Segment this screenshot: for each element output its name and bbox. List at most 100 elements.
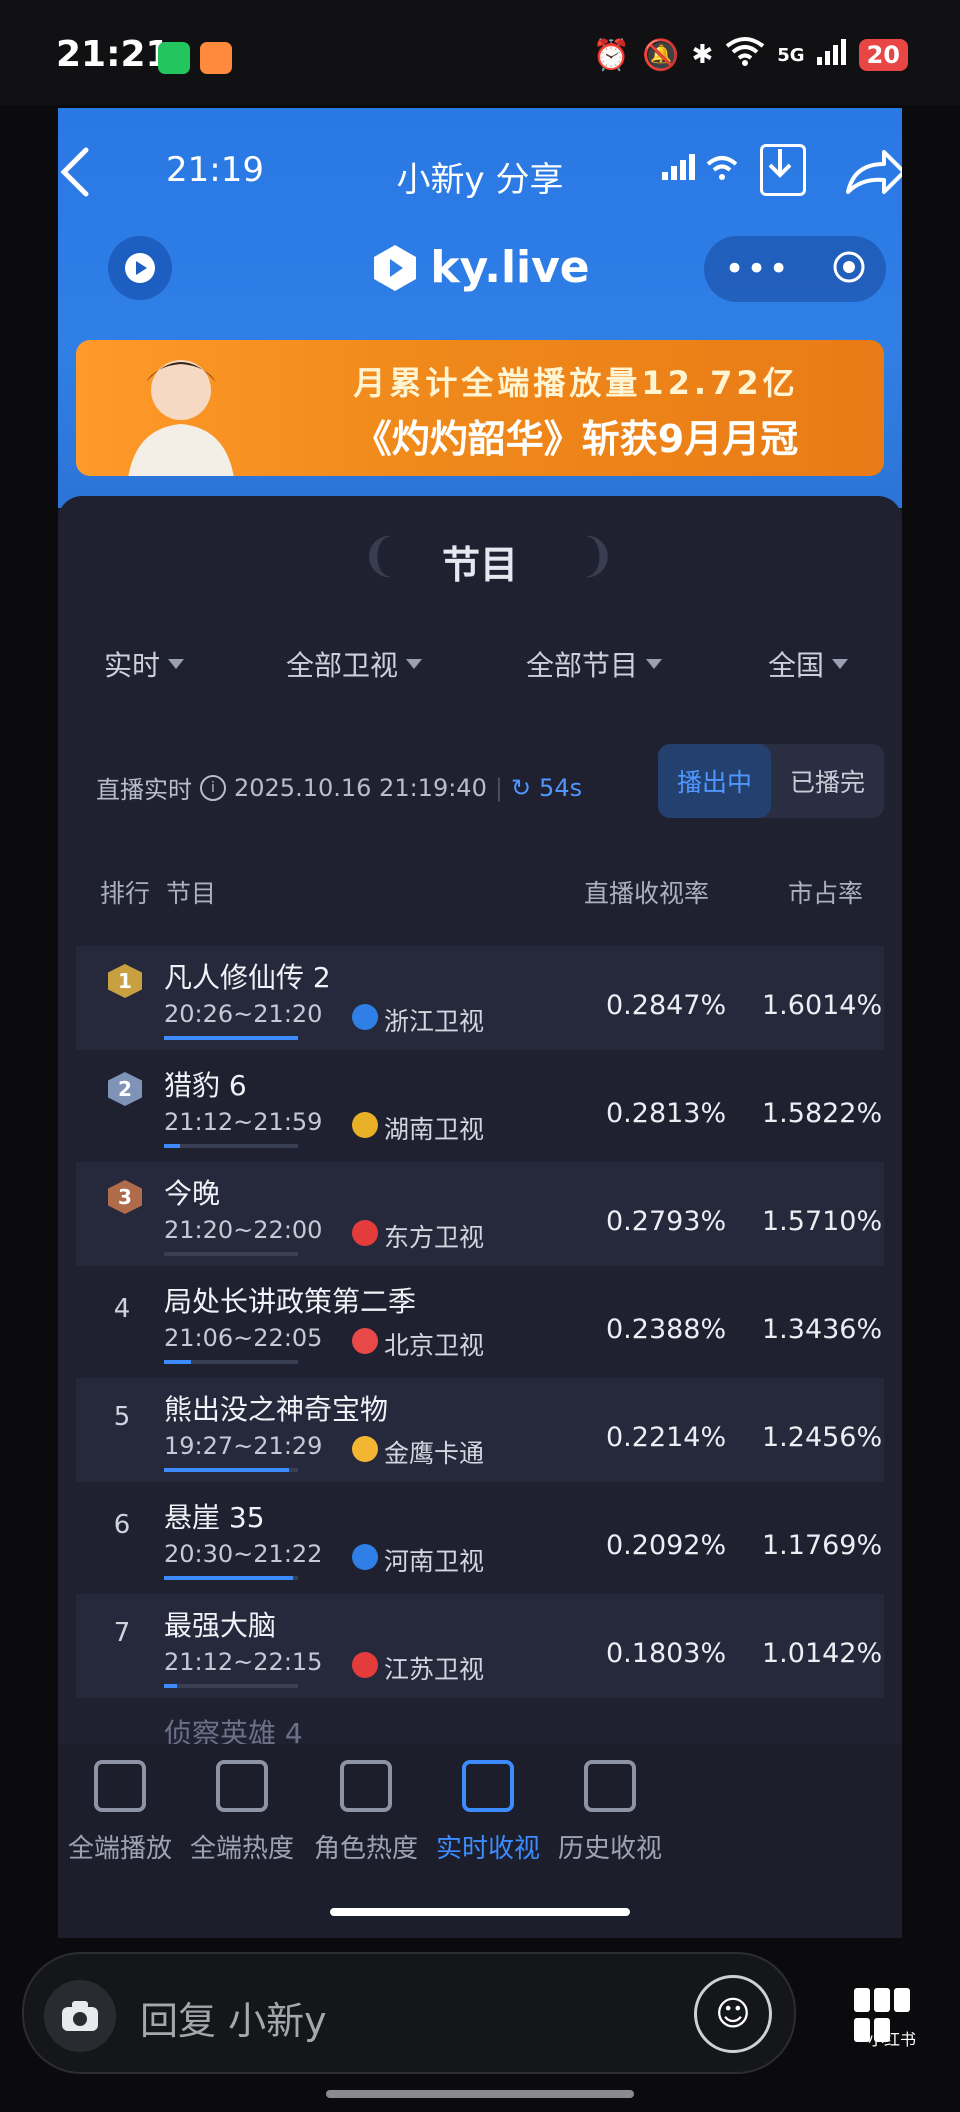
tab-1[interactable]: 全端播放	[58, 1760, 190, 1865]
network-type: 5G	[777, 44, 805, 66]
table-row[interactable]: 5 熊出没之神奇宝物 19:27~21:29 金鹰卡通 0.2214% 1.245…	[76, 1378, 884, 1482]
table-row[interactable]: 7 最强大脑 21:12~22:15 江苏卫视 0.1803% 1.0142%	[76, 1594, 884, 1698]
tab-4[interactable]: 实时收视	[418, 1760, 558, 1865]
alarm-icon: ⏰	[592, 37, 631, 73]
market-share: 1.5710%	[762, 1206, 883, 1237]
channel-logo-icon	[352, 1220, 378, 1246]
caret-down-icon	[646, 659, 663, 669]
channel-name: 河南卫视	[384, 1547, 485, 1576]
airing-progress-bar	[164, 1684, 298, 1688]
more-dots-icon[interactable]: •••	[724, 249, 790, 289]
wechat-icon	[158, 42, 190, 74]
live-rating: 0.2813%	[606, 1098, 727, 1129]
broadcast-toggle[interactable]: 播出中 已播完	[658, 744, 884, 818]
wifi-icon	[725, 36, 765, 74]
filter-channel[interactable]: 全部卫视	[286, 644, 423, 684]
rank-value: 6	[113, 1510, 131, 1540]
market-share: 1.1769%	[762, 1530, 883, 1561]
airing-progress-fill	[164, 1576, 293, 1580]
program-time: 21:12~22:15	[164, 1648, 323, 1676]
camera-button[interactable]	[44, 1980, 116, 2052]
toggle-airing[interactable]: 播出中	[658, 744, 771, 818]
rank-medal-icon: 3	[108, 1180, 142, 1214]
live-rating: 0.1803%	[606, 1638, 727, 1669]
filter-time[interactable]: 实时	[104, 644, 185, 684]
column-share: 市占率	[788, 879, 864, 908]
system-home-indicator	[326, 2090, 634, 2098]
bluetooth-icon: ✱	[691, 40, 714, 70]
filter-label: 全国	[768, 649, 825, 682]
table-row[interactable]: 1 凡人修仙传 2 20:26~21:20 浙江卫视 0.2847% 1.6014…	[76, 946, 884, 1050]
live-rating: 0.2092%	[606, 1530, 727, 1561]
status-time: 21:21	[56, 34, 171, 75]
table-row[interactable]: 2 猎豹 6 21:12~21:59 湖南卫视 0.2813% 1.5822%	[76, 1054, 884, 1158]
filter-label: 全部节目	[526, 649, 639, 682]
promo-banner[interactable]: 月累计全端播放量12.72亿 《灼灼韶华》斩获9月月冠	[76, 340, 884, 476]
airing-progress-fill	[164, 1036, 298, 1040]
table-row[interactable]: 6 悬崖 35 20:30~21:22 河南卫视 0.2092% 1.1769%	[76, 1486, 884, 1590]
refresh-icon[interactable]: ↻	[511, 774, 531, 802]
miniprogram-capsule[interactable]: •••	[704, 236, 886, 302]
airing-progress-bar	[164, 1468, 298, 1472]
playback-icon	[94, 1760, 146, 1812]
program-time: 19:27~21:29	[164, 1432, 323, 1460]
reply-bar	[22, 1952, 796, 2074]
market-share: 1.6014%	[762, 990, 883, 1021]
airing-progress-fill	[164, 1360, 191, 1364]
program-time: 20:30~21:22	[164, 1540, 323, 1568]
live-rating: 0.2388%	[606, 1314, 727, 1345]
channel-logo-icon	[352, 1544, 378, 1570]
channel-name: 东方卫视	[384, 1223, 485, 1252]
close-target-icon[interactable]	[832, 250, 866, 288]
airing-progress-fill	[164, 1468, 289, 1472]
filter-region[interactable]: 全国	[768, 644, 849, 684]
info-icon[interactable]: i	[200, 774, 226, 801]
live-label: 直播实时	[96, 776, 192, 804]
table-row[interactable]: 3 今晚 21:20~22:00 东方卫视 0.2793% 1.5710%	[76, 1162, 884, 1266]
tv-icon	[462, 1760, 514, 1812]
heat-flame-icon	[216, 1760, 268, 1812]
program-time: 21:12~21:59	[164, 1108, 323, 1136]
banner-headline: 月累计全端播放量12.72亿	[353, 364, 799, 402]
program-name: 熊出没之神奇宝物	[164, 1393, 389, 1426]
tab-label: 全端播放	[67, 1834, 172, 1864]
watermark: 小红书	[868, 2030, 917, 2049]
signal-icon	[816, 37, 847, 73]
section-title: 节目	[441, 543, 518, 587]
refresh-countdown: 54s	[539, 773, 583, 802]
live-timestamp: 2025.10.16 21:19:40	[234, 773, 487, 802]
tab-3[interactable]: 角色热度	[296, 1760, 436, 1865]
live-rating: 0.2847%	[606, 990, 727, 1021]
rank-value: 3	[118, 1185, 132, 1209]
table-row[interactable]: 4 局处长讲政策第二季 21:06~22:05 北京卫视 0.2388% 1.34…	[76, 1270, 884, 1374]
column-rating: 直播收视率	[584, 879, 710, 908]
tab-5[interactable]: 历史收视	[540, 1760, 680, 1865]
filter-program[interactable]: 全部节目	[526, 644, 663, 684]
battery-indicator: 20	[858, 39, 908, 71]
channel-logo-icon	[352, 1436, 378, 1462]
download-icon[interactable]	[760, 144, 806, 196]
rank-medal-icon: 2	[108, 1072, 142, 1106]
reply-input[interactable]: 回复 小新y	[140, 1990, 327, 2045]
market-share: 1.2456%	[762, 1422, 883, 1453]
program-name: 最强大脑	[164, 1609, 277, 1642]
live-info: 直播实时 i 2025.10.16 21:19:40 | ↻ 54s	[96, 770, 582, 805]
caret-down-icon	[168, 659, 185, 669]
status-icons: ⏰ 🔕 ✱ 5G 20	[593, 36, 908, 74]
channel-name: 湖南卫视	[384, 1115, 485, 1144]
channel-name: 金鹰卡通	[384, 1439, 485, 1468]
program-time: 21:06~22:05	[164, 1324, 323, 1352]
channel-name: 浙江卫视	[384, 1007, 485, 1036]
smile-icon: ☺	[715, 1994, 751, 2034]
tab-label: 历史收视	[557, 1834, 662, 1864]
mute-icon: 🔕	[642, 37, 680, 73]
rank-medal-icon: 1	[108, 964, 142, 998]
toggle-aired[interactable]: 已播完	[771, 744, 884, 818]
ky-logo-mark-icon	[374, 244, 417, 291]
share-arrow-icon[interactable]	[840, 142, 902, 206]
rank-value: 4	[113, 1294, 131, 1324]
tab-2[interactable]: 全端热度	[172, 1760, 312, 1865]
emoji-button[interactable]: ☺	[694, 1975, 772, 2053]
program-time: 21:20~22:00	[164, 1216, 323, 1244]
program-name: 凡人修仙传 2	[164, 961, 331, 994]
